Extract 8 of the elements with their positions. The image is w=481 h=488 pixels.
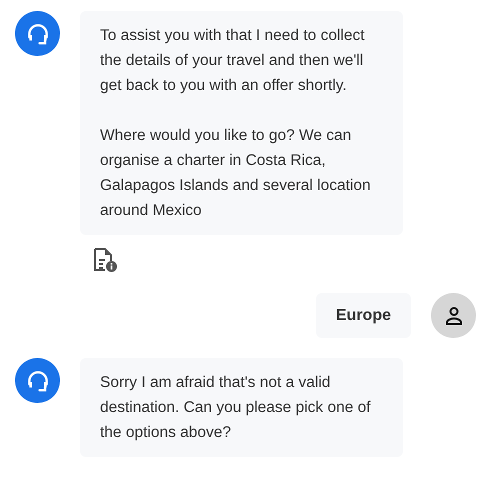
message-text: To assist you with that I need to collect the details of your travel and then we'll get back to you with an offer shortly. — [100, 26, 366, 96]
message-text: Sorry I am afraid that's not a valid destination. Can you please pick one of the options above? — [100, 373, 372, 443]
support-avatar-icon — [15, 358, 60, 403]
reply-text: Europe — [336, 306, 391, 326]
support-avatar-icon — [15, 11, 60, 56]
user-avatar-icon — [431, 293, 476, 338]
message-text: Where would you like to go? We can organise a charter in Costa Rica, Galapagos Islands and several location around Mexico — [100, 126, 372, 221]
document-info-icon[interactable] — [93, 247, 118, 273]
